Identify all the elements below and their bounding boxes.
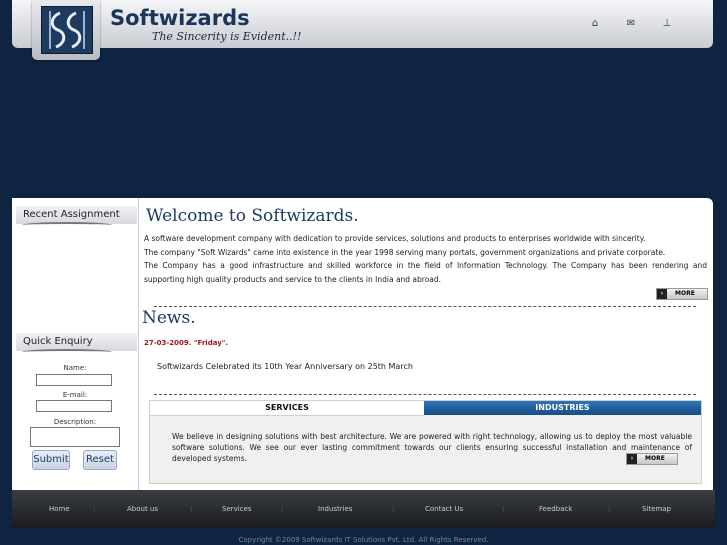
arrow-icon: › xyxy=(627,454,637,464)
tab-industries[interactable]: INDUSTRIES xyxy=(424,401,701,415)
heading-shadow xyxy=(22,222,112,228)
email-field[interactable] xyxy=(36,400,112,412)
arrow-icon: › xyxy=(657,289,667,299)
news-item[interactable]: Softwizards Celebrated its 10th Year Ann… xyxy=(157,362,413,371)
divider xyxy=(154,394,696,395)
sitemap-icon[interactable]: ⊥ xyxy=(660,18,674,30)
tab-services[interactable]: SERVICES xyxy=(150,401,424,416)
reset-button[interactable]: Reset xyxy=(83,450,117,470)
services-more-button[interactable]: › MORE xyxy=(626,453,678,465)
welcome-line-3: The Company has a good infrastructure an… xyxy=(144,261,707,284)
footer-link-industries[interactable]: Industries xyxy=(318,505,353,513)
home-icon[interactable]: ⌂ xyxy=(588,18,602,30)
footer-separator: : xyxy=(502,505,505,513)
more-label: MORE xyxy=(645,455,665,462)
footer-separator: : xyxy=(93,505,96,513)
news-title: News. xyxy=(142,308,196,328)
welcome-title: Welcome to Softwizards. xyxy=(146,206,359,226)
footer-link-services[interactable]: Services xyxy=(222,505,252,513)
description-label: Description: xyxy=(53,418,97,426)
logo-emblem xyxy=(41,6,93,54)
footer-separator: : xyxy=(190,505,193,513)
news-date: 27-03-2009. "Friday". xyxy=(144,339,229,347)
footer-link-about[interactable]: About us xyxy=(127,505,158,513)
name-field[interactable] xyxy=(36,374,112,386)
footer-separator: : xyxy=(392,505,395,513)
more-label: MORE xyxy=(675,290,695,297)
welcome-line-2: The company "Soft Wizards" came into exi… xyxy=(144,248,666,257)
divider xyxy=(154,306,696,307)
heading-shadow xyxy=(22,349,112,355)
email-label: E-mail: xyxy=(62,391,88,399)
footer-link-feedback[interactable]: Feedback xyxy=(539,505,572,513)
name-label: Name: xyxy=(63,364,87,372)
mail-icon[interactable]: ✉ xyxy=(624,18,638,30)
services-description: We believe in designing solutions with b… xyxy=(172,432,692,463)
main-panel: Recent Assignment Quick Enquiry Name: E-… xyxy=(12,198,713,490)
tabs-panel: SERVICES INDUSTRIES We believe in design… xyxy=(149,400,702,484)
footer-link-contact[interactable]: Contact Us xyxy=(425,505,463,513)
description-field[interactable] xyxy=(30,427,120,447)
submit-button[interactable]: Submit xyxy=(32,450,70,470)
tagline: The Sincerity is Evident..!! xyxy=(152,30,302,43)
welcome-more-button[interactable]: › MORE xyxy=(656,288,708,300)
footer-link-sitemap[interactable]: Sitemap xyxy=(642,505,671,513)
copyright: Copyright ©2009 Softwizards IT Solutions… xyxy=(238,536,489,544)
footer-separator: : xyxy=(281,505,284,513)
logo[interactable] xyxy=(32,0,100,60)
welcome-line-1: A software development company with dedi… xyxy=(144,234,646,243)
footer-link-home[interactable]: Home xyxy=(49,505,70,513)
footer-separator: : xyxy=(608,505,611,513)
brand-name: Softwizards xyxy=(110,6,250,30)
sidebar: Recent Assignment Quick Enquiry Name: E-… xyxy=(12,198,139,490)
